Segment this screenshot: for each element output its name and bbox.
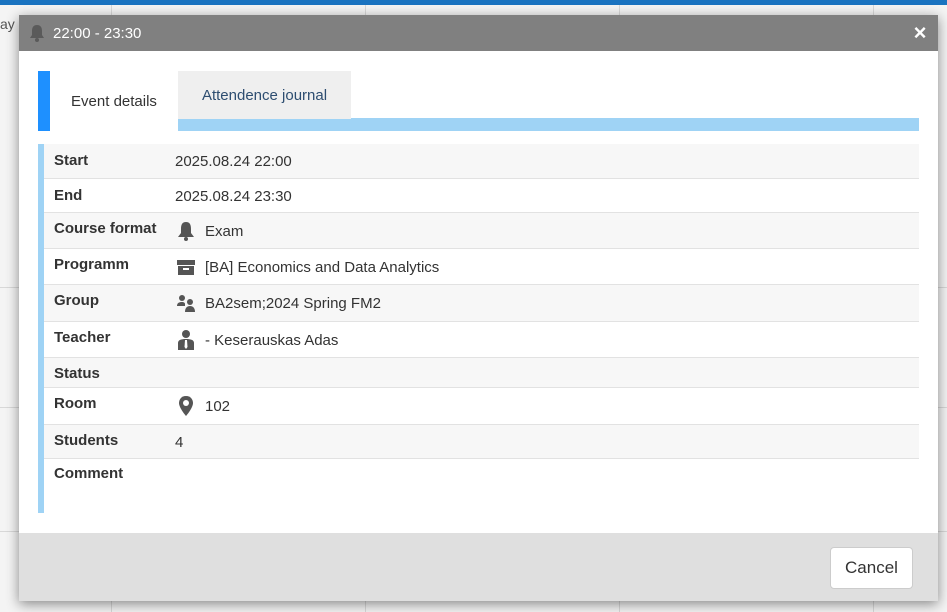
group-text: BA2sem;2024 Spring FM2 — [205, 294, 381, 312]
end-label: End — [54, 187, 83, 204]
detail-row-status: Status — [44, 358, 919, 388]
person-tie-icon — [175, 329, 197, 351]
detail-row-end: End 2025.08.24 23:30 — [44, 179, 919, 213]
tab-bar: Event details Attendence journal — [38, 71, 919, 131]
group-value: BA2sem;2024 Spring FM2 — [175, 292, 919, 314]
programm-label: Programm — [54, 256, 130, 273]
start-value: 2025.08.24 22:00 — [175, 153, 292, 170]
students-value: 4 — [175, 434, 184, 451]
students-label: Students — [54, 432, 119, 449]
teacher-text: - Keserauskas Adas — [205, 331, 339, 349]
room-text: 102 — [205, 397, 231, 415]
room-value: 102 — [175, 395, 919, 417]
teacher-value: - Keserauskas Adas — [175, 329, 919, 351]
dialog-footer: Cancel — [19, 533, 938, 601]
cancel-button[interactable]: Cancel — [830, 547, 913, 589]
course-format-label: Course format — [54, 220, 157, 237]
event-dialog: 22:00 - 23:30 × Event details Attendence… — [19, 15, 938, 601]
bell-icon — [175, 220, 197, 242]
course-format-value: Exam — [175, 220, 919, 242]
start-label: Start — [54, 152, 89, 169]
dialog-title: 22:00 - 23:30 — [53, 24, 142, 42]
detail-row-students: Students 4 — [44, 425, 919, 459]
tab-attendence-journal[interactable]: Attendence journal — [178, 71, 351, 131]
detail-row-group: Group BA2sem;2024 Spring FM2 — [44, 285, 919, 322]
detail-row-teacher: Teacher - Keserauskas Adas — [44, 322, 919, 358]
detail-row-comment: Comment — [44, 459, 919, 488]
programm-text: [BA] Economics and Data Analytics — [205, 258, 440, 276]
end-value: 2025.08.24 23:30 — [175, 188, 292, 205]
detail-row-room: Room 102 — [44, 388, 919, 425]
calendar-day-label: ay — [0, 16, 15, 32]
dialog-header: 22:00 - 23:30 × — [19, 15, 938, 51]
detail-row-start: Start 2025.08.24 22:00 — [44, 144, 919, 179]
archive-box-icon — [175, 256, 197, 278]
bell-icon — [27, 23, 47, 43]
group-icon — [175, 292, 197, 314]
group-label: Group — [54, 292, 99, 309]
detail-row-programm: Programm [BA] Economics and Data Analyti… — [44, 249, 919, 285]
room-label: Room — [54, 395, 97, 412]
event-details-panel: Start 2025.08.24 22:00 End 2025.08.24 23… — [38, 144, 919, 513]
tab-underline — [351, 118, 919, 131]
detail-row-course-format: Course format Exam — [44, 213, 919, 249]
status-label: Status — [54, 365, 100, 382]
programm-value: [BA] Economics and Data Analytics — [175, 256, 919, 278]
map-pin-icon — [175, 395, 197, 417]
course-format-text: Exam — [205, 222, 244, 240]
teacher-label: Teacher — [54, 329, 111, 346]
tab-event-details[interactable]: Event details — [50, 71, 178, 131]
comment-label: Comment — [54, 465, 124, 482]
active-tab-indicator — [38, 71, 50, 131]
close-button[interactable]: × — [910, 22, 930, 44]
